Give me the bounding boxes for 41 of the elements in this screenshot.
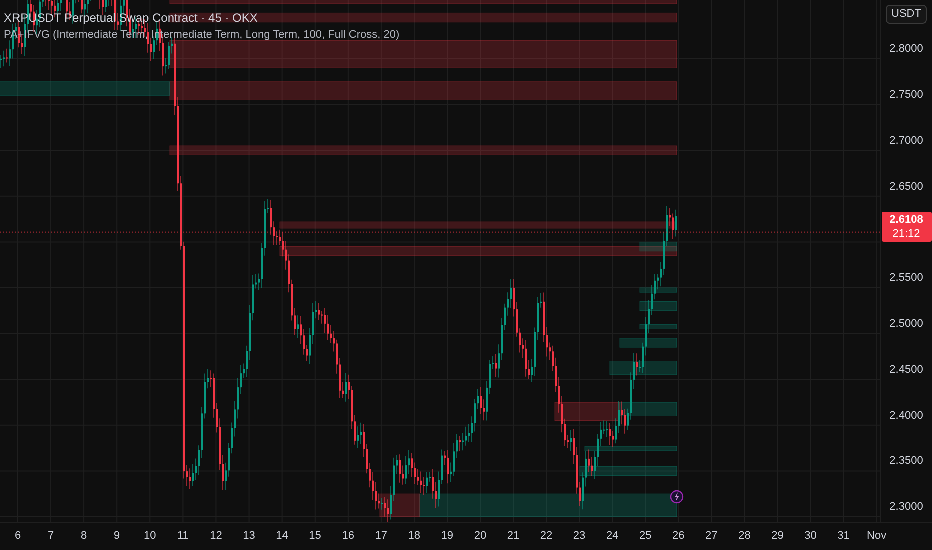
price-tick: 2.3000 bbox=[890, 500, 924, 516]
price-tick: 2.4000 bbox=[890, 408, 924, 424]
time-label: 10 bbox=[144, 529, 156, 544]
price-tick: 2.5500 bbox=[890, 271, 924, 286]
time-label: 25 bbox=[639, 529, 652, 544]
time-label: 20 bbox=[474, 529, 487, 544]
time-label: 14 bbox=[276, 529, 288, 544]
time-label: 17 bbox=[375, 529, 388, 544]
time-label: 8 bbox=[81, 529, 88, 544]
price-tick: 2.3500 bbox=[890, 454, 924, 470]
time-label: 30 bbox=[804, 529, 817, 544]
price-tick: 2.7000 bbox=[890, 134, 924, 149]
time-label: 16 bbox=[342, 529, 354, 544]
time-label: 24 bbox=[606, 529, 619, 544]
time-label: 6 bbox=[14, 529, 22, 544]
time-label: 21 bbox=[507, 529, 520, 544]
price-tick: 2.8000 bbox=[890, 42, 924, 58]
lightning-icon[interactable] bbox=[670, 490, 684, 504]
time-label: 18 bbox=[408, 529, 421, 544]
time-label: 29 bbox=[772, 529, 784, 544]
time-label: 27 bbox=[706, 529, 718, 544]
currency-button[interactable]: USDT bbox=[886, 5, 928, 24]
time-label: 23 bbox=[573, 529, 586, 544]
time-label: 26 bbox=[672, 529, 685, 544]
time-label: 7 bbox=[48, 529, 54, 544]
price-tick: 2.6500 bbox=[890, 180, 924, 195]
last-price: 2.6108 bbox=[890, 212, 924, 227]
bar-countdown: 21:12 bbox=[892, 226, 920, 241]
time-label: 31 bbox=[838, 529, 850, 544]
time-label: 22 bbox=[540, 529, 553, 544]
time-label: 11 bbox=[177, 529, 189, 544]
time-label: 9 bbox=[114, 529, 120, 544]
time-label: 13 bbox=[243, 529, 256, 544]
price-tick: 2.7500 bbox=[890, 88, 924, 103]
time-label: 12 bbox=[210, 529, 222, 544]
price-tick: 2.5000 bbox=[890, 316, 924, 332]
time-label: Nov bbox=[867, 529, 887, 544]
time-label: 15 bbox=[309, 529, 322, 544]
time-label: 19 bbox=[441, 529, 454, 544]
price-tick: 2.4500 bbox=[890, 362, 924, 378]
time-label: 28 bbox=[738, 529, 751, 544]
